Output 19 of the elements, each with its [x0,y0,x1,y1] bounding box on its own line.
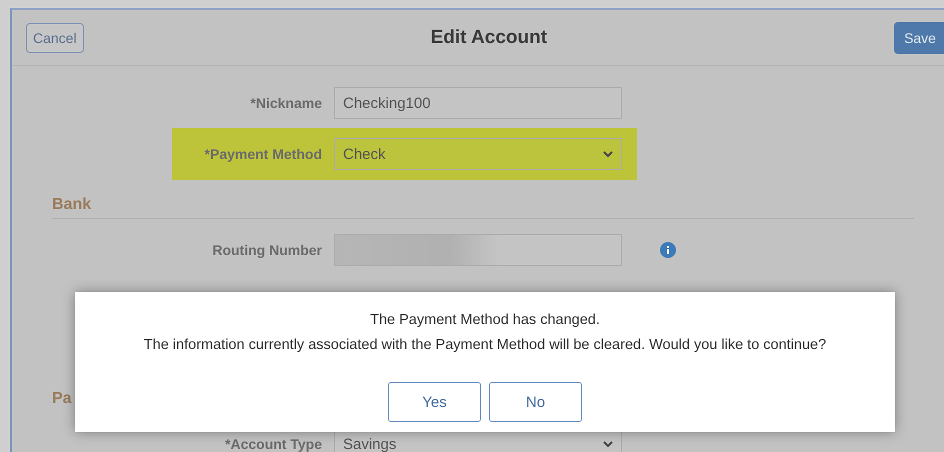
field-label: *Payment Method [204,146,322,162]
dialog-message: The information currently associated with the Payment Method will be cleared. Would you like to continue? [144,336,826,355]
input-field[interactable] [334,234,622,266]
info-icon[interactable] [660,242,676,258]
field-label: *Account Type [224,436,322,452]
yes-button[interactable]: Yes [388,382,481,422]
save-button[interactable]: Save [894,22,944,54]
no-button[interactable]: No [489,382,582,422]
section-title: Pa [52,390,72,408]
cancel-button[interactable]: Cancel [26,22,84,52]
chevron-down-icon [603,150,613,158]
field-label: Routing Number [211,242,322,258]
select-field[interactable]: Check [334,138,622,170]
section-title: Bank [52,196,92,213]
page-title: Edit Account [430,26,548,48]
input-field[interactable]: Checking100 [334,87,622,119]
chevron-down-icon [603,440,613,448]
dialog-message: The Payment Method has changed. [370,311,600,330]
field-label: *Nickname [249,95,322,111]
